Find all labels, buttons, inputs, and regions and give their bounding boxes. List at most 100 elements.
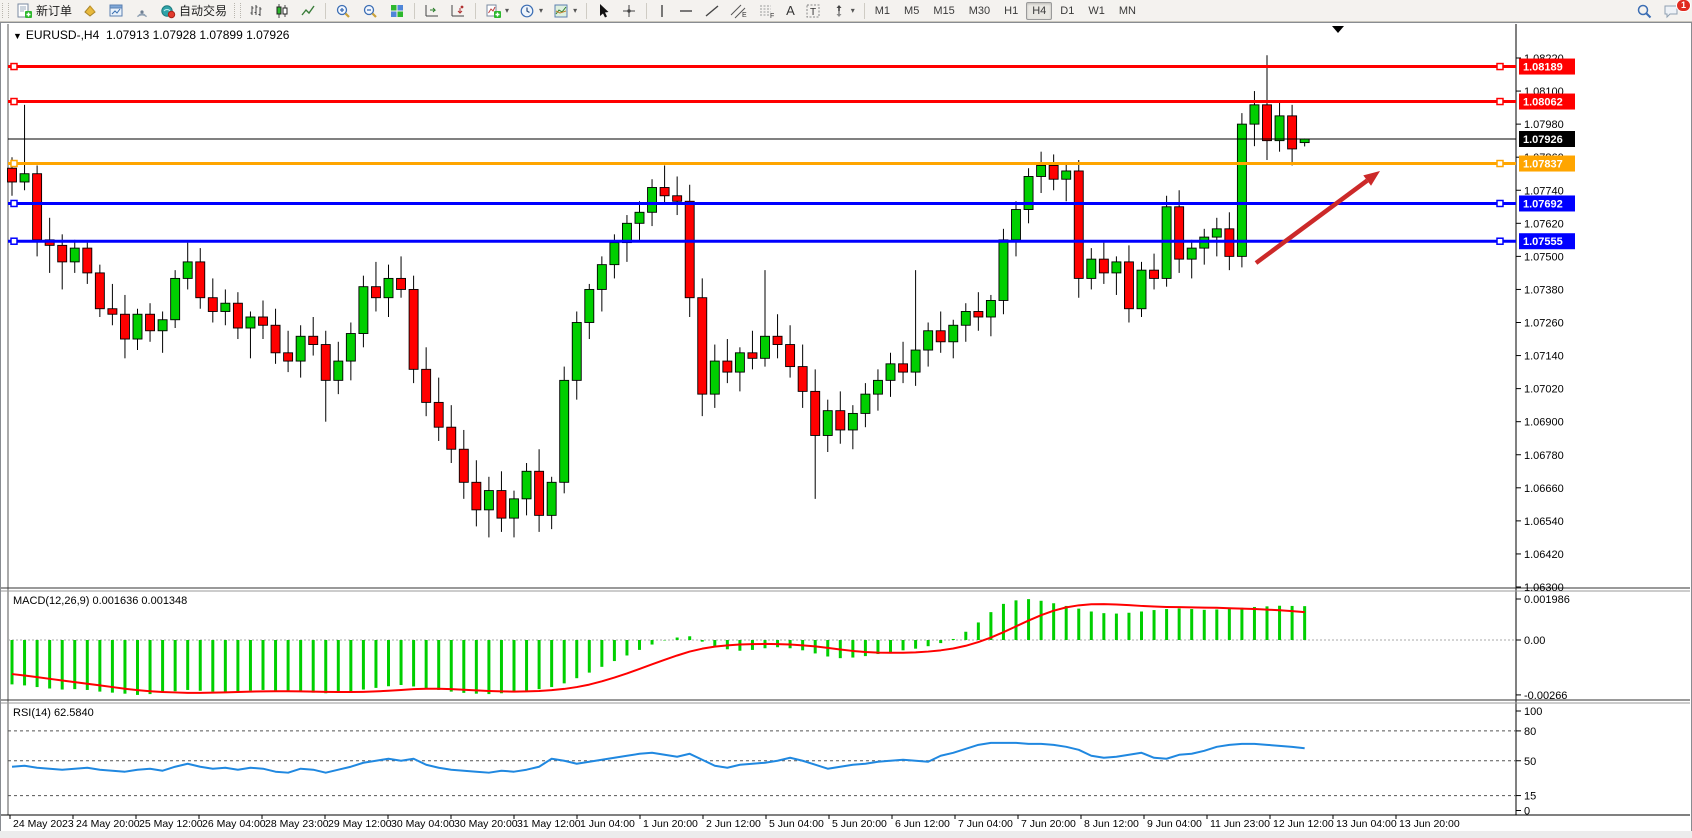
tile-windows-button[interactable] xyxy=(384,2,410,19)
cursor-tool-button[interactable] xyxy=(591,2,616,19)
timeframe-button-d1[interactable]: D1 xyxy=(1054,2,1080,20)
candle-body xyxy=(761,336,770,358)
rsi-tick-label: 80 xyxy=(1524,726,1536,738)
price-level-badge-text: 1.07692 xyxy=(1523,198,1563,210)
time-tick-label: 1 Jun 04:00 xyxy=(580,818,635,830)
timeframe-button-h1[interactable]: H1 xyxy=(998,2,1024,20)
time-tick-label: 31 May 12:00 xyxy=(517,818,581,830)
timeframe-button-h4[interactable]: H4 xyxy=(1026,2,1052,20)
auto-scroll-button[interactable] xyxy=(419,2,445,19)
line-handle[interactable] xyxy=(1497,238,1503,244)
chart-window-button[interactable] xyxy=(103,2,129,19)
candle-body xyxy=(296,336,305,361)
time-tick-label: 2 Jun 12:00 xyxy=(706,818,761,830)
trendline-tool-button[interactable] xyxy=(699,2,725,19)
candle-body xyxy=(309,336,318,344)
candle-body xyxy=(459,449,468,482)
search-button[interactable] xyxy=(1631,2,1658,19)
line-chart-button[interactable] xyxy=(295,2,321,19)
line-handle[interactable] xyxy=(1497,64,1503,70)
price-tick-label: 1.07260 xyxy=(1524,318,1564,330)
candle-body xyxy=(1263,105,1272,141)
candle-body xyxy=(1137,270,1146,309)
notifications-button[interactable]: 1 xyxy=(1658,2,1686,19)
candlestick-chart-button[interactable] xyxy=(269,2,295,19)
text-tool-icon: A xyxy=(786,3,795,18)
bar-chart-button[interactable] xyxy=(243,2,269,19)
time-tick-label: 6 Jun 12:00 xyxy=(895,818,950,830)
price-level-badge-text: 1.08189 xyxy=(1523,62,1563,74)
rsi-tick-label: 0 xyxy=(1524,806,1530,818)
arrow-shaft xyxy=(1256,181,1367,263)
line-handle[interactable] xyxy=(11,64,17,70)
timeframe-button-m1[interactable]: M1 xyxy=(869,2,896,20)
price-tick-label: 1.06420 xyxy=(1524,549,1564,561)
templates-button[interactable]: ▾ xyxy=(548,2,582,19)
line-handle[interactable] xyxy=(11,161,17,167)
chart-menu-icon[interactable]: ▼ xyxy=(13,31,22,41)
horizontal-line-tool-button[interactable] xyxy=(673,2,699,19)
new-order-label: 新订单 xyxy=(36,2,72,19)
candle-body xyxy=(597,265,606,290)
auto-trading-button[interactable]: 自动交易 xyxy=(155,2,232,19)
line-handle[interactable] xyxy=(11,99,17,105)
rsi-tick-label: 15 xyxy=(1524,791,1536,803)
trend-arrow-annotation[interactable] xyxy=(1256,171,1380,263)
zoom-out-button[interactable] xyxy=(357,2,384,19)
time-tick-label: 13 Jun 20:00 xyxy=(1399,818,1460,830)
timeframe-button-mn[interactable]: MN xyxy=(1113,2,1142,20)
toolbar-grip[interactable] xyxy=(2,3,9,18)
candle-body xyxy=(798,367,807,392)
candle-body xyxy=(560,380,569,482)
candle-body xyxy=(986,300,995,317)
timeframe-button-m30[interactable]: M30 xyxy=(963,2,996,20)
candle-body xyxy=(535,471,544,515)
indicators-button[interactable]: ▾ xyxy=(480,2,514,19)
crosshair-tool-button[interactable] xyxy=(616,2,642,19)
time-tick-label: 12 Jun 12:00 xyxy=(1273,818,1334,830)
candle-body xyxy=(472,482,481,510)
candle-body xyxy=(723,361,732,372)
timeframe-button-m15[interactable]: M15 xyxy=(927,2,960,20)
zoom-in-button[interactable] xyxy=(330,2,357,19)
fibonacci-tool-button[interactable]: F xyxy=(753,2,781,19)
timeframe-button-w1[interactable]: W1 xyxy=(1082,2,1111,20)
new-order-button[interactable]: 新订单 xyxy=(11,2,77,19)
toolbar-grip[interactable] xyxy=(234,3,241,18)
candle-body xyxy=(773,336,782,344)
dropdown-caret-icon: ▾ xyxy=(505,6,509,15)
clock-icon xyxy=(519,3,535,19)
chart-shift-marker-icon[interactable] xyxy=(1332,26,1344,33)
candle-body xyxy=(735,353,744,372)
candle-body xyxy=(146,314,155,331)
timeframe-button-m5[interactable]: M5 xyxy=(898,2,925,20)
candle-body xyxy=(836,411,845,430)
channel-tool-button[interactable]: E xyxy=(725,2,753,19)
line-handle[interactable] xyxy=(11,238,17,244)
line-handle[interactable] xyxy=(1497,161,1503,167)
toolbar-separator xyxy=(864,3,865,19)
styler-button[interactable] xyxy=(77,2,103,19)
rsi-axis: 1008050150 xyxy=(1516,706,1542,818)
svg-text:T: T xyxy=(810,7,816,18)
candle-body xyxy=(1074,171,1083,278)
macd-indicator-label: MACD(12,26,9) 0.001636 0.001348 xyxy=(13,595,187,607)
chart-shift-button[interactable] xyxy=(445,2,471,19)
mt4-application: 新订单 自动交易 xyxy=(0,0,1692,838)
level-lines: 1.081891.080621.078371.076921.07555 xyxy=(8,59,1575,250)
vertical-line-tool-button[interactable] xyxy=(651,2,673,19)
arrows-tool-button[interactable]: ▾ xyxy=(826,2,860,19)
text-tool-button[interactable]: A xyxy=(781,2,800,19)
candle-body xyxy=(1012,210,1021,240)
label-tool-button[interactable]: T xyxy=(800,2,826,19)
candle-body xyxy=(1300,139,1309,143)
periods-button[interactable]: ▾ xyxy=(514,2,548,19)
signals-button[interactable] xyxy=(129,2,155,19)
line-handle[interactable] xyxy=(1497,200,1503,206)
line-handle[interactable] xyxy=(1497,99,1503,105)
line-handle[interactable] xyxy=(11,200,17,206)
chart-canvas[interactable]: 1.082201.081001.079801.078601.077401.076… xyxy=(0,0,1692,838)
candle-body xyxy=(321,345,330,381)
main-toolbar: 新订单 自动交易 xyxy=(0,0,1692,22)
time-tick-label: 24 May 2023 xyxy=(13,818,74,830)
